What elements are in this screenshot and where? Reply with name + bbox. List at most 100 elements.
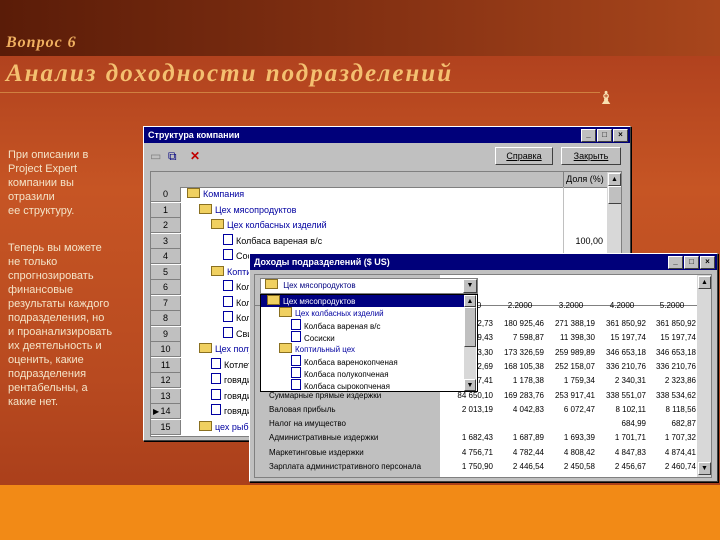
row-number[interactable]: 8 [151,311,181,326]
row-number[interactable]: 12 [151,373,181,388]
income-cell[interactable]: 2 340,31 [598,374,646,388]
row-number[interactable]: 9 [151,326,181,342]
income-cell[interactable]: 180 925,46 [496,317,544,331]
income-cell[interactable]: 252 158,07 [547,360,595,374]
row-number[interactable]: 0 [151,187,181,202]
income-cell[interactable]: 4 756,71 [445,446,493,460]
income-cell[interactable]: 1 707,32 [648,431,696,445]
dropdown-item[interactable]: Сосиски [261,331,464,343]
income-cell[interactable]: 1 178,38 [496,374,544,388]
income-cell[interactable]: 361 850,92 [598,317,646,331]
income-cell[interactable]: 1 682,43 [445,431,493,445]
income-cell[interactable]: 4 808,42 [547,446,595,460]
income-cell[interactable]: 2 323,86 [648,374,696,388]
row-number[interactable]: 3 [151,233,181,249]
dropdown-scrollbar[interactable]: ▲ ▼ [464,295,476,391]
tree-row[interactable]: Цех мясопродуктов [199,203,296,218]
income-cell[interactable]: 8 102,11 [598,403,646,417]
close-window-button[interactable]: × [613,129,628,142]
income-cell[interactable]: 1 693,39 [547,431,595,445]
period-column-header[interactable]: 2.2000 [496,299,544,313]
scroll-up-button[interactable]: ▲ [608,173,621,186]
row-number[interactable]: 7 [151,295,181,311]
income-cell[interactable]: 336 210,76 [598,360,646,374]
maximize-button[interactable]: □ [597,129,612,142]
income-cell[interactable]: 682,87 [648,417,696,431]
income-cell[interactable]: 1 701,71 [598,431,646,445]
income-cell[interactable]: 2 456,67 [598,460,646,474]
income-cell[interactable]: 361 850,92 [648,317,696,331]
income-cell[interactable]: 169 283,76 [496,389,544,403]
income-cell[interactable]: 1 687,89 [496,431,544,445]
income-cell[interactable]: 336 210,76 [648,360,696,374]
income-cell[interactable]: 2 460,74 [648,460,696,474]
scroll-up-button[interactable]: ▲ [464,295,476,307]
income-scrollbar[interactable]: ▲ ▼ [697,275,711,477]
minimize-button[interactable]: _ [668,256,683,269]
dropdown-item[interactable]: Колбаса сырокопченая [261,379,464,391]
scroll-thumb[interactable] [608,186,621,204]
income-cell[interactable]: 4 874,41 [648,446,696,460]
income-cell[interactable]: 259 989,89 [547,346,595,360]
row-number[interactable]: 4 [151,249,181,264]
dropdown-item[interactable]: Колбаса полукопченая [261,367,464,379]
income-cell[interactable]: 684,99 [598,417,646,431]
income-cell[interactable]: 168 105,38 [496,360,544,374]
income-cell[interactable]: 7 598,87 [496,331,544,345]
close-window-button[interactable]: × [700,256,715,269]
income-cell[interactable]: 1 750,90 [445,460,493,474]
scroll-up-button[interactable]: ▲ [698,276,711,289]
row-number[interactable]: 6 [151,280,181,295]
tree-row[interactable]: Цех колбасных изделий [211,218,327,233]
scroll-thumb[interactable] [464,307,476,347]
dropdown-item[interactable]: Колбаса вареная в/с [261,319,464,331]
row-number[interactable]: 10 [151,342,181,357]
income-cell[interactable]: 11 398,30 [547,331,595,345]
income-cell[interactable]: 2 450,58 [547,460,595,474]
row-number[interactable]: 2 [151,218,181,233]
income-cell[interactable]: 4 847,83 [598,446,646,460]
scroll-down-button[interactable]: ▼ [464,379,476,391]
income-cell[interactable]: 253 917,41 [547,389,595,403]
structure-window-titlebar[interactable]: Структура компании _ □ × [144,127,630,143]
income-window-titlebar[interactable]: Доходы подразделений ($ US) _ □ × [250,254,717,270]
period-column-header[interactable]: 5.2000 [648,299,696,313]
share-value[interactable]: 100,00 [563,234,603,249]
scroll-down-button[interactable]: ▼ [698,462,711,475]
income-cell[interactable]: 338 551,07 [598,389,646,403]
row-number[interactable]: 13 [151,388,181,404]
copy-icon[interactable]: ⧉ [168,149,177,164]
period-column-header[interactable]: 4.2000 [598,299,646,313]
close-button[interactable]: Закрыть [561,147,621,165]
row-number[interactable]: 5 [151,264,181,280]
income-cell[interactable]: 2 013,19 [445,403,493,417]
income-cell[interactable]: 2 446,54 [496,460,544,474]
income-cell[interactable]: 15 197,74 [648,331,696,345]
dropdown-item[interactable]: Коптильный цех [261,343,464,355]
help-button[interactable]: Справка [495,147,553,165]
share-column-header[interactable]: Доля (%) [563,172,606,187]
income-cell[interactable]: 4 042,83 [496,403,544,417]
tree-row[interactable]: Колбаса вареная в/с [223,233,322,249]
delete-icon[interactable]: ✕ [190,149,200,163]
row-number[interactable]: 15 [151,419,181,435]
dropdown-item[interactable]: Цех мясопродуктов [261,295,464,307]
income-cell[interactable]: 338 534,62 [648,389,696,403]
tree-row[interactable]: Компания [187,187,244,202]
maximize-button[interactable]: □ [684,256,699,269]
income-cell[interactable]: 4 782,44 [496,446,544,460]
row-number[interactable]: 11 [151,357,181,373]
income-cell[interactable]: 6 072,47 [547,403,595,417]
income-cell[interactable]: 346 653,18 [598,346,646,360]
income-cell[interactable]: 346 653,18 [648,346,696,360]
unit-combo[interactable]: Цех мясопродуктов ▼ [260,278,478,294]
chevron-down-icon[interactable]: ▼ [463,279,477,293]
folder-icon[interactable]: ▭ [150,149,161,163]
dropdown-item[interactable]: Цех колбасных изделий [261,307,464,319]
row-number[interactable]: 1 [151,202,181,218]
dropdown-item[interactable]: Колбаса варенокопченая [261,355,464,367]
minimize-button[interactable]: _ [581,129,596,142]
income-cell[interactable]: 173 326,59 [496,346,544,360]
income-cell[interactable]: 8 118,56 [648,403,696,417]
period-column-header[interactable]: 3.2000 [547,299,595,313]
